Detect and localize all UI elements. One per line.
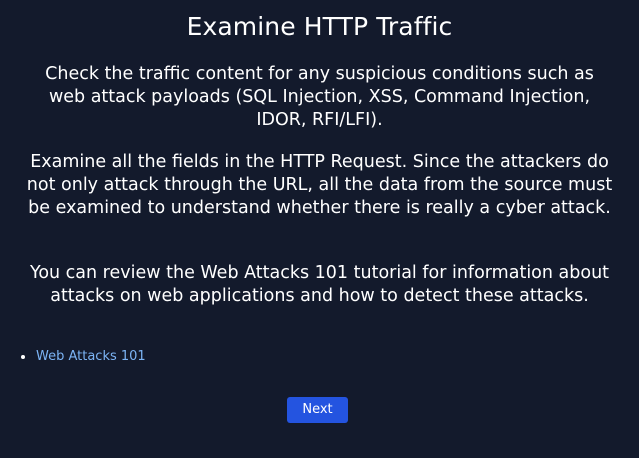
playbook-panel: Examine HTTP Traffic Check the traffic c… [0, 0, 639, 458]
instruction-paragraph-3: You can review the Web Attacks 101 tutor… [29, 263, 610, 306]
bullet-icon [21, 355, 25, 359]
page-title: Examine HTTP Traffic [186, 12, 453, 41]
web-attacks-101-link[interactable]: Web Attacks 101 [36, 349, 146, 364]
instruction-paragraph-2: Examine all the fields in the HTTP Reque… [26, 152, 613, 218]
resource-links-list: Web Attacks 101 [18, 348, 146, 366]
list-item: Web Attacks 101 [18, 348, 146, 366]
instruction-paragraph-1: Check the traffic content for any suspic… [45, 64, 594, 130]
next-button[interactable]: Next [287, 397, 348, 423]
